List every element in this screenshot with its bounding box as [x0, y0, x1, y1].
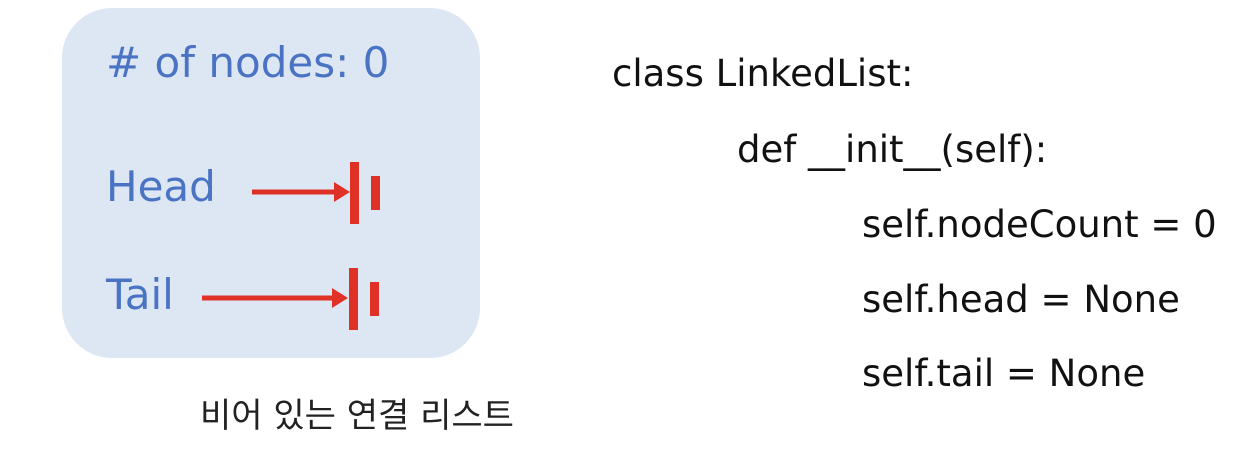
code-line-tail: self.tail = None [862, 352, 1146, 395]
code-line-node-count: self.nodeCount = 0 [862, 203, 1217, 246]
node-count-label: # of nodes: 0 [106, 38, 390, 87]
tail-null-bar-long [349, 268, 358, 330]
code-line-init-def: def __init__(self): [737, 128, 1048, 171]
head-label: Head [106, 162, 216, 211]
code-line-class-def: class LinkedList: [612, 52, 914, 95]
code-line-head: self.head = None [862, 278, 1180, 321]
head-null-bar-short [371, 176, 380, 210]
head-null-bar-long [350, 162, 359, 224]
empty-list-caption: 비어 있는 연결 리스트 [200, 396, 514, 436]
empty-list-state-box: # of nodes: 0 Head Tail [62, 8, 480, 358]
tail-label: Tail [106, 270, 174, 319]
tail-arrow-head [332, 288, 348, 308]
tail-null-arrow [202, 268, 379, 330]
tail-null-bar-short [370, 282, 379, 316]
head-null-arrow [252, 162, 380, 224]
head-arrow-head [334, 182, 350, 202]
